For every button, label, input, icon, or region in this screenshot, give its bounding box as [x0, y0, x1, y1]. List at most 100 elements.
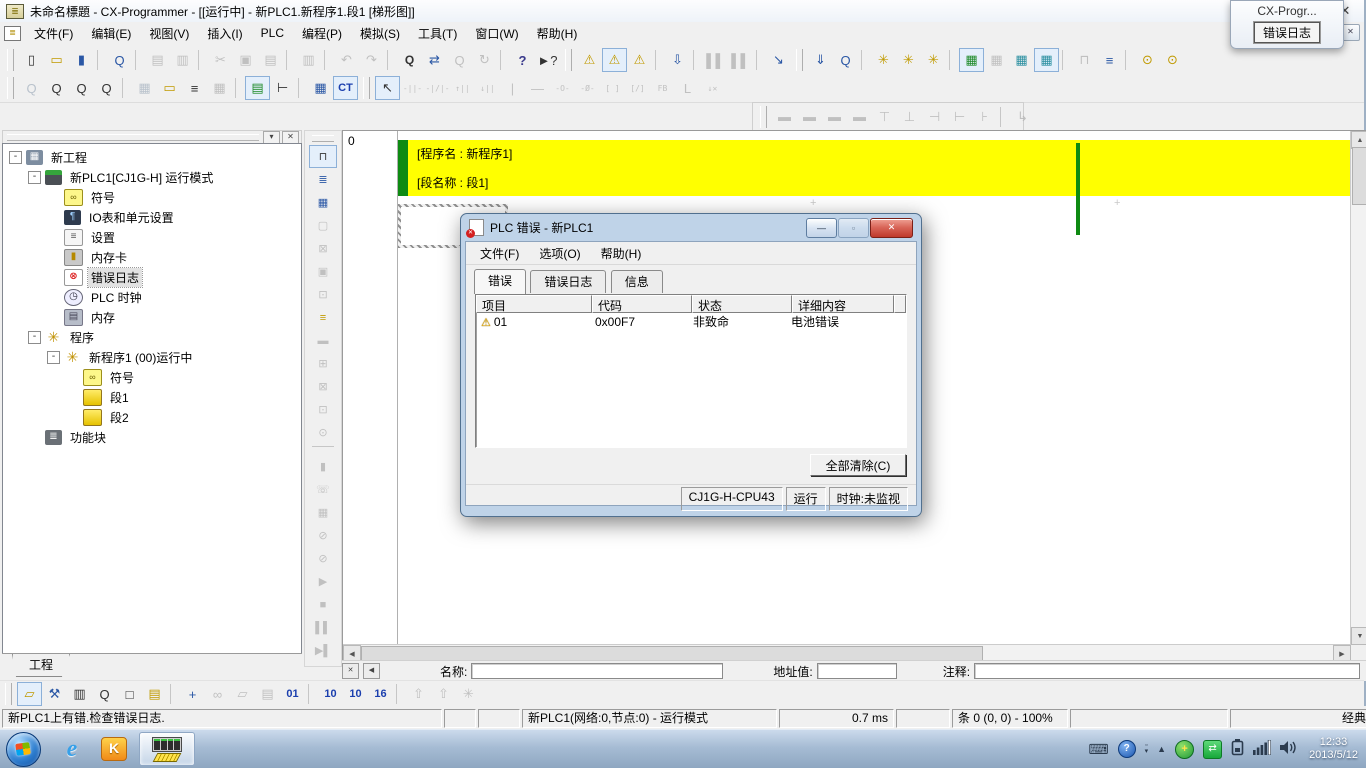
print-icon[interactable]: ▤: [145, 48, 170, 72]
toolbar-grip[interactable]: [7, 77, 14, 99]
tree-item-programs[interactable]: -✳程序: [3, 327, 301, 347]
dialog-menu-options[interactable]: 选项(O): [529, 243, 590, 264]
help-icon[interactable]: ?: [510, 48, 535, 72]
decimal-display-icon[interactable]: 10: [318, 682, 343, 706]
step-end-icon[interactable]: ⇥: [309, 662, 337, 667]
plc-error-dialog[interactable]: PLC 错误 - 新PLC1 — ▫ ✕ 文件(F) 选项(O) 帮助(H) 错…: [460, 213, 922, 517]
forward-superior-icon[interactable]: ⇧: [431, 682, 456, 706]
tree-item-error-log[interactable]: ⊗错误日志: [3, 267, 301, 287]
tree-item-new-program-1[interactable]: -✳新程序1 (00)运行中: [3, 347, 301, 367]
volume-tray-icon[interactable]: [1280, 740, 1297, 758]
menu-item-file[interactable]: 文件(F): [25, 22, 82, 45]
plc-error-find-icon[interactable]: ⚠: [627, 48, 652, 72]
output-window-icon[interactable]: ⚒: [42, 682, 67, 706]
save-project-icon[interactable]: ▮: [69, 48, 94, 72]
transfer-error-icon[interactable]: ⇩: [665, 48, 690, 72]
pause-2-icon[interactable]: ▌▌: [309, 616, 337, 639]
dialog-menu-file[interactable]: 文件(F): [470, 243, 529, 264]
local-symbols-icon[interactable]: ∞: [205, 682, 230, 706]
contact-nc-icon[interactable]: -|/|-: [425, 76, 450, 100]
coil-nc-icon[interactable]: -Ø-: [575, 76, 600, 100]
redo-icon[interactable]: ↷: [359, 48, 384, 72]
back-superior-icon[interactable]: ⇧: [406, 682, 431, 706]
cross-reference-icon[interactable]: +: [180, 682, 205, 706]
toolbar-grip[interactable]: [363, 77, 370, 99]
tree-item-section-2[interactable]: 段2: [3, 407, 301, 427]
hold-2-icon[interactable]: ⊘: [309, 547, 337, 570]
toolbar-grip[interactable]: [312, 135, 334, 142]
rung-branch-4-icon[interactable]: ⊢: [947, 105, 972, 129]
compare-with-plc-icon[interactable]: Q: [833, 48, 858, 72]
monitor-pc-icon[interactable]: ▦: [309, 501, 337, 524]
line-connect-icon[interactable]: L: [675, 76, 700, 100]
grid-icon[interactable]: ▦: [132, 76, 157, 100]
address-ref-icon[interactable]: ▤: [255, 682, 280, 706]
pad-icon[interactable]: ▬: [309, 329, 337, 352]
force-on-icon[interactable]: ▣: [309, 260, 337, 283]
toolbar-grip[interactable]: [796, 49, 803, 71]
symbol-bar-icon[interactable]: ≡: [182, 76, 207, 100]
pause-icon[interactable]: ▌▌: [728, 48, 753, 72]
watch-report-icon[interactable]: ▥: [67, 682, 92, 706]
play-icon[interactable]: ▶: [309, 570, 337, 593]
binary-display-icon[interactable]: 01: [280, 682, 305, 706]
find-symbol-icon[interactable]: Q: [447, 48, 472, 72]
dialog-minimize-button[interactable]: —: [806, 218, 837, 238]
tree-item-settings[interactable]: ≡设置: [3, 227, 301, 247]
watch-window-2-icon[interactable]: ▦: [1034, 48, 1059, 72]
column-code[interactable]: 代码: [592, 295, 692, 313]
vertical-scroll-thumb[interactable]: [1352, 147, 1366, 205]
save-monitor-icon[interactable]: ▮: [309, 455, 337, 478]
binary-monitor-icon[interactable]: ≡: [309, 306, 337, 329]
pv-monitor-icon[interactable]: ⊓: [309, 145, 337, 168]
stop-icon[interactable]: ■: [309, 593, 337, 616]
mnemonic-view-icon[interactable]: ▦: [308, 76, 333, 100]
toolbar-grip[interactable]: [7, 49, 14, 71]
keyboard-tray-icon[interactable]: ⌨: [1088, 741, 1108, 758]
rung-wrap-icon[interactable]: ▤: [245, 76, 270, 100]
release-protect-icon[interactable]: ⊙: [1160, 48, 1185, 72]
horizontal-scrollbar[interactable]: ◀ ▶: [343, 644, 1351, 661]
function-block-tool-icon[interactable]: FB: [650, 76, 675, 100]
address-input[interactable]: [817, 663, 897, 679]
instruction-nc-icon[interactable]: [/]: [625, 76, 650, 100]
run-mode-icon[interactable]: ✳: [871, 48, 896, 72]
transfer-to-plc-icon[interactable]: ⇓: [808, 48, 833, 72]
vertical-scrollbar[interactable]: ▲ ▼: [1350, 131, 1366, 645]
differential-trace-icon[interactable]: ⊓: [1072, 48, 1097, 72]
line-delete-icon[interactable]: ↓✕: [700, 76, 725, 100]
select-tool-icon[interactable]: ↖: [375, 76, 400, 100]
menu-item-edit[interactable]: 编辑(E): [82, 22, 140, 45]
error-table-row[interactable]: ⚠010x00F7非致命电池错误: [476, 313, 906, 330]
line-corner-icon[interactable]: ↳: [1010, 105, 1035, 129]
time-chart-icon[interactable]: ≡: [1097, 48, 1122, 72]
set-value-icon[interactable]: ▢: [309, 214, 337, 237]
find-report-icon[interactable]: Q: [92, 682, 117, 706]
exit-monitor-icon[interactable]: ↘: [766, 48, 791, 72]
plc-error-icon[interactable]: ⚠: [577, 48, 602, 72]
expander-icon[interactable]: -: [47, 351, 60, 364]
compile-check-icon[interactable]: Q: [107, 48, 132, 72]
gear-trace-icon[interactable]: ✳: [456, 682, 481, 706]
timeline-icon[interactable]: ▦: [309, 191, 337, 214]
menu-item-insert[interactable]: 插入(I): [198, 22, 251, 45]
watch-z-icon[interactable]: ⊞: [309, 352, 337, 375]
watch-sheet-icon[interactable]: ▱: [230, 682, 255, 706]
open-project-icon[interactable]: ▭: [44, 48, 69, 72]
menu-item-help[interactable]: 帮助(H): [528, 22, 587, 45]
menu-item-simulation[interactable]: 模拟(S): [351, 22, 409, 45]
rung-shortcut-icon[interactable]: ⊢: [270, 76, 295, 100]
fb-pad-1-icon[interactable]: ▬: [772, 105, 797, 129]
column-status[interactable]: 状态: [692, 295, 792, 313]
clear-all-button[interactable]: 全部清除(C): [810, 454, 906, 476]
tree-item-new-project[interactable]: -▦新工程: [3, 147, 301, 167]
rung-branch-3-icon[interactable]: ⊣: [922, 105, 947, 129]
tab-error-log[interactable]: 错误日志: [530, 270, 606, 293]
contact-up-icon[interactable]: ↑||: [450, 76, 475, 100]
expander-icon[interactable]: -: [28, 331, 41, 344]
language-bar-icon[interactable]: ▫ ▾: [1145, 743, 1149, 755]
start-button[interactable]: [6, 732, 41, 767]
tab-errors[interactable]: 错误: [474, 269, 526, 294]
comment-input[interactable]: [974, 663, 1360, 679]
column-item[interactable]: 项目: [476, 295, 592, 313]
